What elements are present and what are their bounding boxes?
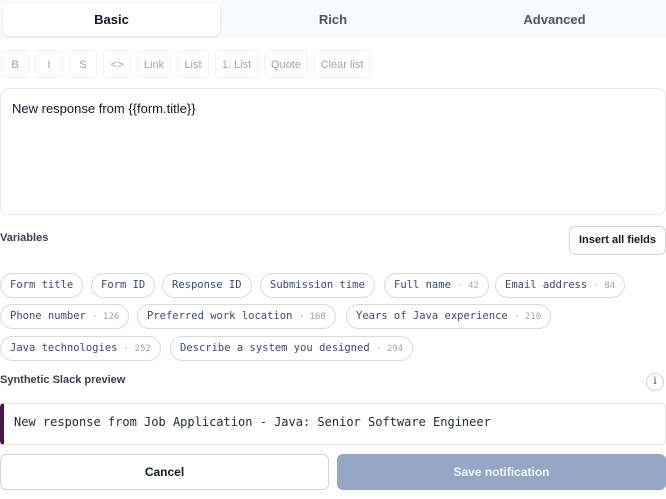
tab-advanced[interactable]: Advanced: [446, 3, 663, 36]
variable-chip-response-id[interactable]: Response ID: [162, 273, 252, 298]
variable-chip-form-id[interactable]: Form ID: [91, 273, 156, 298]
tab-bar: Basic Rich Advanced: [0, 0, 666, 38]
message-editor[interactable]: New response from {{form.title}}: [0, 88, 666, 215]
tab-basic[interactable]: Basic: [3, 3, 220, 36]
bold-button[interactable]: B: [1, 50, 29, 78]
variable-chip-describe-a-system[interactable]: Describe a system you designed · 294: [170, 336, 414, 361]
footer: Cancel Save notification: [0, 445, 666, 499]
info-icon[interactable]: i: [646, 373, 664, 391]
slack-preview-label: Synthetic Slack preview: [0, 374, 126, 386]
cancel-button[interactable]: Cancel: [0, 454, 329, 490]
bullet-list-button[interactable]: List: [177, 50, 209, 78]
slack-preview-card: New response from Job Application - Java…: [0, 403, 666, 445]
insert-all-fields-button[interactable]: Insert all fields: [569, 226, 666, 255]
code-button[interactable]: <>: [103, 50, 131, 78]
variable-chip-java-technologies[interactable]: Java technologies · 252: [0, 336, 161, 361]
quote-button[interactable]: Quote: [264, 50, 308, 78]
clear-list-button[interactable]: Clear list: [314, 50, 370, 78]
slack-preview-text: New response from Job Application - Java…: [14, 415, 491, 429]
variable-chip-years-of-java-experience[interactable]: Years of Java experience · 210: [346, 304, 552, 329]
variables-label: Variables: [0, 232, 49, 244]
save-notification-button[interactable]: Save notification: [337, 454, 666, 490]
variable-chip-full-name[interactable]: Full name · 42: [384, 273, 489, 298]
variable-chip-preferred-work-location[interactable]: Preferred work location · 168: [137, 304, 336, 329]
variable-chip-submission-time[interactable]: Submission time: [260, 273, 375, 298]
tab-rich[interactable]: Rich: [224, 3, 442, 36]
variable-chip-form-title[interactable]: Form title: [0, 273, 84, 298]
italic-button[interactable]: I: [35, 50, 63, 78]
editor-text: New response from {{form.title}}: [12, 101, 196, 116]
strikethrough-button[interactable]: S: [69, 50, 97, 78]
variable-chip-email-address[interactable]: Email address · 84: [495, 273, 626, 298]
link-button[interactable]: Link: [137, 50, 171, 78]
numbered-list-button[interactable]: 1. List: [215, 50, 258, 78]
variable-chip-phone-number[interactable]: Phone number · 126: [0, 304, 130, 329]
